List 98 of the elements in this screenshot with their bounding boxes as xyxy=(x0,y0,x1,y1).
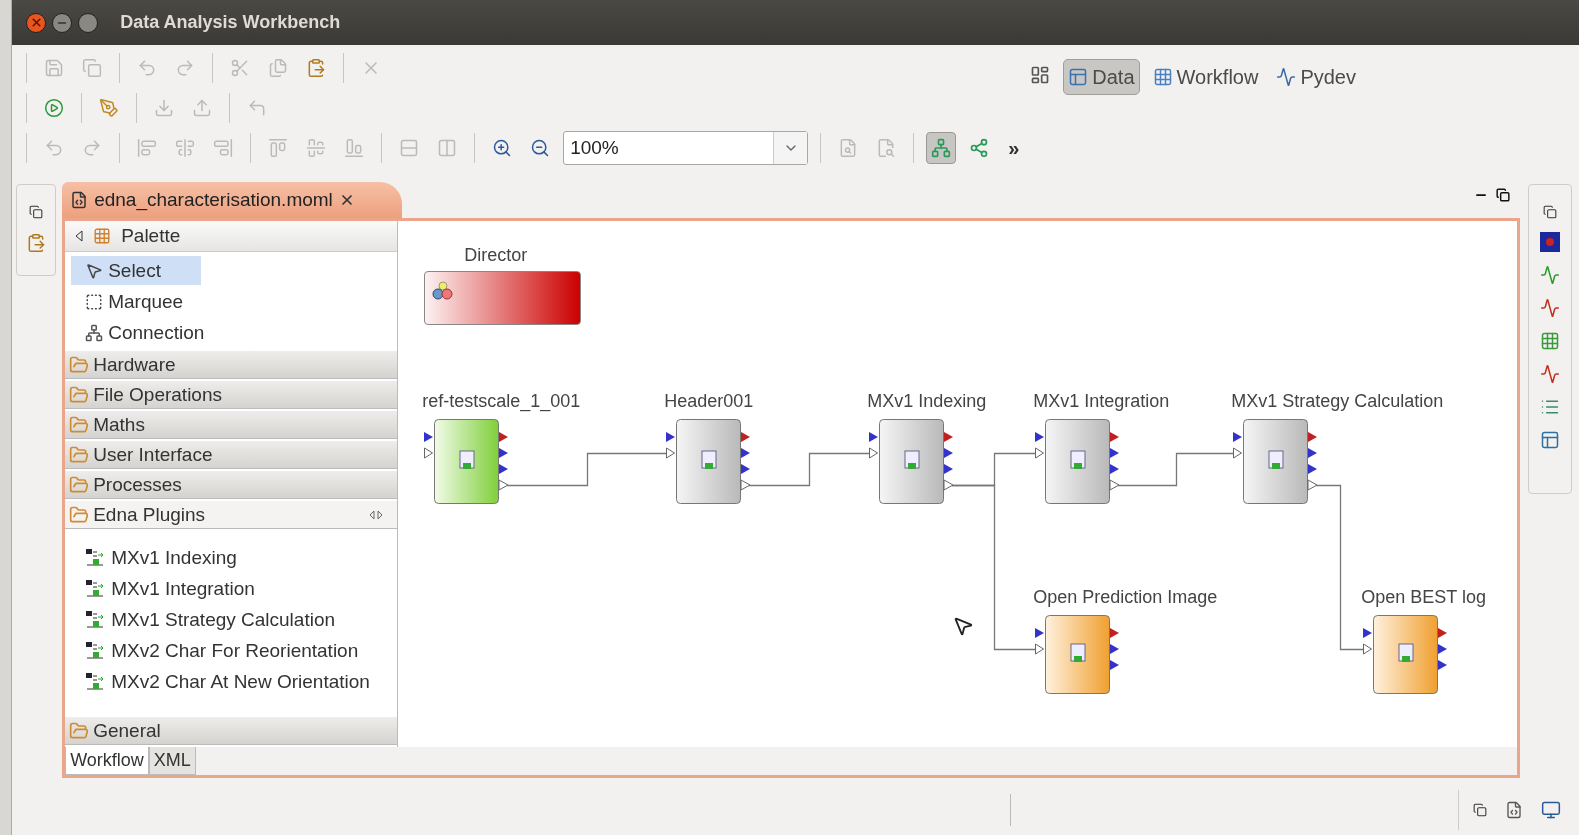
palette-drawer[interactable]: Maths xyxy=(65,411,398,439)
node-label: MXv1 Integration xyxy=(1033,391,1170,412)
perspective-button[interactable]: Data xyxy=(1063,59,1140,95)
connection-icon xyxy=(85,323,104,342)
copy-icon xyxy=(268,58,289,78)
layout-button[interactable] xyxy=(926,132,957,164)
pen-icon xyxy=(99,98,120,118)
actor-block[interactable] xyxy=(424,419,511,504)
actor-block[interactable] xyxy=(1233,419,1320,504)
zoom-field[interactable]: 100% xyxy=(563,131,809,165)
mouse-pointer-icon xyxy=(952,615,975,637)
folder-icon xyxy=(69,354,90,375)
list-icon xyxy=(1540,397,1561,417)
folder-icon xyxy=(69,474,90,495)
plugin-item[interactable]: MXv1 Integration xyxy=(85,574,255,603)
tree-layout-icon xyxy=(931,138,952,158)
data-icon xyxy=(1068,67,1089,87)
layout-icon xyxy=(1540,430,1561,450)
restore-icon xyxy=(29,205,44,219)
palette-tool[interactable]: Connection xyxy=(71,318,209,347)
palette-drawer[interactable]: User Interface xyxy=(65,441,398,469)
palette-drawer[interactable]: Hardware xyxy=(65,351,398,379)
restore-icon xyxy=(1473,803,1487,817)
import-icon xyxy=(154,98,175,118)
node-label: ref-testscale_1_001 xyxy=(422,391,581,412)
radial-layout-icon xyxy=(969,138,990,158)
node-label: Open BEST log xyxy=(1361,587,1486,608)
folder-icon xyxy=(69,444,90,465)
find-next-icon xyxy=(876,138,897,158)
paste-icon xyxy=(306,58,327,78)
node-label: MXv1 Indexing xyxy=(867,391,987,412)
window-title: Data Analysis Workbench xyxy=(120,12,341,33)
folder-icon xyxy=(69,720,90,741)
monitor-icon xyxy=(1541,800,1561,820)
file-icon xyxy=(70,191,89,209)
close-icon xyxy=(29,16,43,29)
align-left-icon xyxy=(137,138,158,158)
marquee-icon xyxy=(85,292,104,311)
match-height-icon xyxy=(399,138,420,158)
close-button[interactable] xyxy=(26,12,47,33)
node-label: MXv1 Strategy Calculation xyxy=(1231,391,1444,412)
plugin-item[interactable]: MXv2 Char At New Orientation xyxy=(85,667,370,696)
actor-block[interactable] xyxy=(1035,419,1122,504)
save-all-icon xyxy=(82,58,103,78)
image-icon xyxy=(1540,232,1561,252)
run-icon xyxy=(44,98,65,118)
perspective-button[interactable]: Workflow xyxy=(1147,59,1264,95)
export-icon xyxy=(192,98,213,118)
actor-block[interactable] xyxy=(666,419,753,504)
plugin-item[interactable]: MXv1 Indexing xyxy=(85,543,237,572)
dropdown-button[interactable] xyxy=(773,132,808,164)
palette-tool[interactable]: Marquee xyxy=(71,287,188,316)
node-label: Header001 xyxy=(664,391,754,412)
folder-icon xyxy=(69,414,90,435)
file-icon xyxy=(1505,801,1523,819)
editor-bottom-tab[interactable]: XML xyxy=(148,747,196,775)
align-top-icon xyxy=(268,138,289,158)
maximize-icon[interactable] xyxy=(1496,188,1511,202)
palette-drawer[interactable]: Processes xyxy=(65,471,398,499)
palette-title: Palette xyxy=(121,225,181,247)
palette-drawer[interactable]: File Operations xyxy=(65,381,398,409)
folder-icon xyxy=(69,504,90,525)
node-label: Open Prediction Image xyxy=(1033,587,1218,608)
zoom-in-icon xyxy=(492,138,513,158)
workflow-canvas[interactable]: Director ref-testscale_1_001 Header001 MXv1 Indexing MXv1 Integration MXv1 Strategy Calculation Open Prediction Image Open BEST log xyxy=(398,221,1518,747)
match-width-icon xyxy=(437,138,458,158)
save-icon xyxy=(44,58,65,78)
restore-icon xyxy=(1543,205,1558,219)
editor-bottom-tab[interactable]: Workflow xyxy=(65,747,149,775)
workflow-icon xyxy=(1152,67,1173,87)
peak-icon xyxy=(1540,298,1561,318)
minimize-button[interactable] xyxy=(52,12,73,33)
actor-block[interactable] xyxy=(869,419,956,504)
perspective-button[interactable]: Pydev xyxy=(1271,59,1361,95)
overflow-button[interactable]: » xyxy=(1002,136,1026,160)
align-center-icon xyxy=(175,138,196,158)
node-label: Director xyxy=(464,245,528,266)
align-bottom-icon xyxy=(344,138,365,158)
director-block[interactable] xyxy=(424,271,582,325)
paste-icon xyxy=(26,233,47,253)
palette-drawer[interactable]: General xyxy=(65,717,398,745)
folder-icon xyxy=(69,384,90,405)
maximize-button[interactable] xyxy=(78,12,99,33)
align-right-icon xyxy=(213,138,234,158)
palette-icon xyxy=(93,227,112,245)
collapse-icon[interactable] xyxy=(75,230,84,242)
zoom-out-icon xyxy=(530,138,551,158)
wave-icon xyxy=(1540,265,1561,285)
plugin-item[interactable]: MXv1 Strategy Calculation xyxy=(85,605,336,634)
palette-drawer[interactable]: Edna Plugins xyxy=(65,501,398,529)
palette-tool[interactable]: Select xyxy=(71,256,202,285)
director-icon xyxy=(431,280,456,302)
perspective-icon xyxy=(1030,65,1051,85)
plugin-item[interactable]: MXv2 Char For Reorientation xyxy=(85,636,359,665)
peak-icon xyxy=(1540,364,1561,384)
table-icon xyxy=(1540,331,1561,351)
pointer-icon xyxy=(85,261,104,280)
align-middle-icon xyxy=(306,138,327,158)
